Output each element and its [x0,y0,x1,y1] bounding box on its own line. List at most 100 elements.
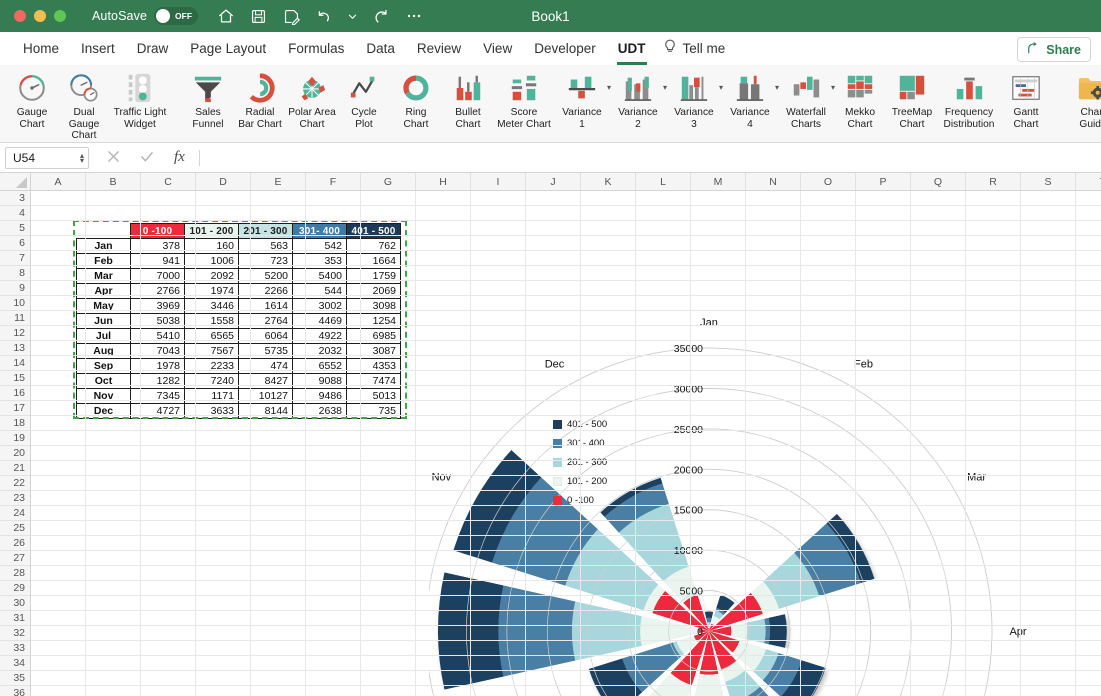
dual-gauge-chart-button[interactable]: Dual Gauge Chart [58,69,110,142]
table-value-cell[interactable]: 4727 [130,403,185,419]
column-header-T[interactable]: T [1076,173,1101,190]
tab-formulas[interactable]: Formulas [277,37,355,60]
maximize-window-button[interactable] [54,10,66,22]
row-header-35[interactable]: 35 [0,671,30,686]
name-box[interactable]: U54 ▴ ▾ [5,146,89,169]
fx-icon[interactable]: fx [174,149,185,166]
row-header-16[interactable]: 16 [0,386,30,401]
mekko-chart-button[interactable]: Mekko Chart [834,69,886,130]
table-row[interactable]: Dec 4727 3633 8144 2638 735 [76,403,401,419]
table-value-cell[interactable]: 9088 [292,373,347,389]
column-header-M[interactable]: M [691,173,746,190]
table-value-cell[interactable]: 1171 [184,388,239,404]
row-header-24[interactable]: 24 [0,506,30,521]
data-table[interactable]: 0 -100 101 - 200 201 - 300 301- 400 401 - 50… [76,223,401,419]
table-value-cell[interactable]: 563 [238,238,293,254]
save-icon[interactable] [249,7,268,26]
table-value-cell[interactable]: 941 [130,253,185,269]
table-value-cell[interactable]: 378 [130,238,185,254]
autosave-toggle[interactable]: OFF [154,7,199,25]
tab-draw[interactable]: Draw [126,37,180,60]
column-header-B[interactable]: B [86,173,141,190]
row-header-9[interactable]: 9 [0,281,30,296]
table-value-cell[interactable]: 474 [238,358,293,374]
chart-guide-button[interactable]: Chart Guide ▾ [1064,69,1101,130]
more-icon[interactable] [404,7,423,26]
table-value-cell[interactable]: 8427 [238,373,293,389]
column-header-P[interactable]: P [856,173,911,190]
table-value-cell[interactable]: 542 [292,238,347,254]
table-value-cell[interactable]: 7345 [130,388,185,404]
table-value-cell[interactable]: 10127 [238,388,293,404]
table-row[interactable]: Apr 2766 1974 2266 544 2069 [76,283,401,299]
row-header-27[interactable]: 27 [0,551,30,566]
tab-home[interactable]: Home [12,37,70,60]
column-header-R[interactable]: R [966,173,1021,190]
variance-3-button[interactable]: Variance 3 ▾ [666,69,723,130]
row-header-25[interactable]: 25 [0,521,30,536]
column-header-F[interactable]: F [306,173,361,190]
table-value-cell[interactable]: 1974 [184,283,239,299]
table-value-cell[interactable]: 3969 [130,298,185,314]
name-box-spinner[interactable]: ▴ ▾ [80,151,84,164]
table-value-cell[interactable]: 160 [184,238,239,254]
table-value-cell[interactable]: 762 [346,238,401,254]
treemap-chart-button[interactable]: TreeMap Chart [886,69,938,130]
table-value-cell[interactable]: 1614 [238,298,293,314]
table-value-cell[interactable]: 1978 [130,358,185,374]
table-value-cell[interactable]: 3633 [184,403,239,419]
column-header-H[interactable]: H [416,173,471,190]
table-value-cell[interactable]: 9486 [292,388,347,404]
polar-area-chart[interactable]: 0 5000 10000 15000 20000 25000 30000 35000 Jan Fe… [391,201,1101,696]
row-header-13[interactable]: 13 [0,341,30,356]
table-row[interactable]: Jun 5038 1558 2764 4469 1254 [76,313,401,329]
row-header-34[interactable]: 34 [0,656,30,671]
table-value-cell[interactable]: 5400 [292,268,347,284]
table-value-cell[interactable]: 735 [346,403,401,419]
row-header-8[interactable]: 8 [0,266,30,281]
sales-funnel-button[interactable]: Sales Funnel [182,69,234,130]
table-value-cell[interactable]: 1282 [130,373,185,389]
sector-Oct-301-400[interactable] [498,585,576,677]
column-header-J[interactable]: J [526,173,581,190]
table-value-cell[interactable]: 5038 [130,313,185,329]
select-all-corner[interactable] [0,173,31,190]
table-row[interactable]: Nov 7345 1171 10127 9486 5013 [76,388,401,404]
radial-bar-chart-button[interactable]: Radial Bar Chart [234,69,286,130]
table-value-cell[interactable]: 3087 [346,343,401,359]
table-value-cell[interactable]: 2092 [184,268,239,284]
row-header-22[interactable]: 22 [0,476,30,491]
cancel-icon[interactable] [107,150,120,166]
row-header-10[interactable]: 10 [0,296,30,311]
table-header-cell[interactable]: 0 -100 [130,223,185,239]
table-header-cell[interactable]: 401 - 500 [346,223,401,239]
row-header-30[interactable]: 30 [0,596,30,611]
tab-data[interactable]: Data [355,37,406,60]
row-header-26[interactable]: 26 [0,536,30,551]
table-header-cell[interactable]: 201 - 300 [238,223,293,239]
tab-view[interactable]: View [472,37,523,60]
tab-insert[interactable]: Insert [70,37,126,60]
column-header-Q[interactable]: Q [911,173,966,190]
table-value-cell[interactable]: 6985 [346,328,401,344]
row-header-17[interactable]: 17 [0,401,30,416]
row-header-15[interactable]: 15 [0,371,30,386]
table-value-cell[interactable]: 5410 [130,328,185,344]
table-value-cell[interactable]: 4353 [346,358,401,374]
table-value-cell[interactable]: 4469 [292,313,347,329]
table-value-cell[interactable]: 2069 [346,283,401,299]
table-value-cell[interactable]: 1006 [184,253,239,269]
column-header-S[interactable]: S [1021,173,1076,190]
table-row[interactable]: Sep 1978 2233 474 6552 4353 [76,358,401,374]
tab-review[interactable]: Review [406,37,472,60]
row-header-11[interactable]: 11 [0,311,30,326]
undo-dropdown-icon[interactable] [348,7,357,26]
column-header-C[interactable]: C [141,173,196,190]
traffic-light-widget-button[interactable]: Traffic Light Widget [110,69,170,130]
column-header-E[interactable]: E [251,173,306,190]
row-header-14[interactable]: 14 [0,356,30,371]
table-value-cell[interactable]: 2266 [238,283,293,299]
sector-Jan-101-200[interactable] [708,626,710,629]
table-value-cell[interactable]: 3446 [184,298,239,314]
variance-1-button[interactable]: Variance 1 ▾ [554,69,611,130]
